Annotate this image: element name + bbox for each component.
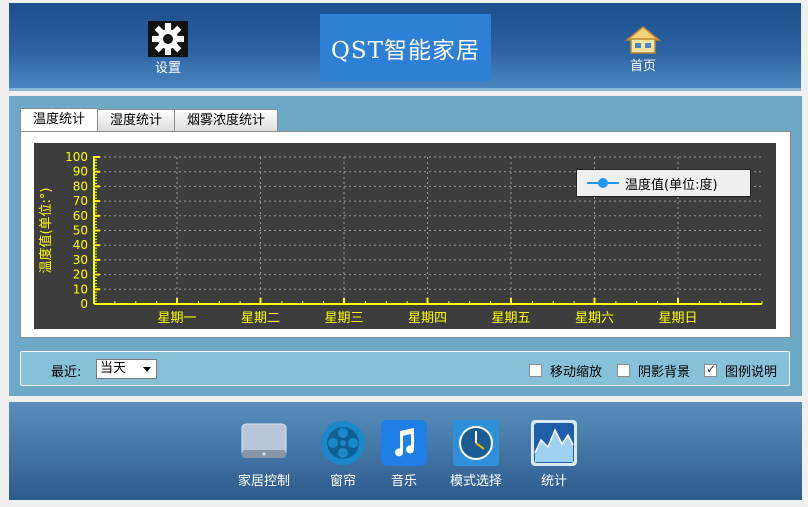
clock-icon [453,420,499,466]
monitor-icon [241,420,287,466]
x-tick-label: 星期三 [324,311,363,326]
film-reel-icon [320,420,366,466]
x-tick-label: 星期二 [241,311,280,326]
shadow-checkbox[interactable]: 阴影背景 [617,361,690,380]
settings-label: 设置 [154,61,181,76]
tab-bar: 温度统计 湿度统计 烟雾浓度统计 [20,108,279,131]
x-tick-label: 星期六 [575,311,614,326]
legend-checkbox[interactable]: 图例说明 [704,361,777,380]
dock-label: 模式选择 [450,474,503,489]
y-tick-label: 0 [80,297,88,311]
tab-temperature[interactable]: 温度统计 [20,108,99,131]
chart-icon [531,420,577,466]
chart-legend[interactable]: 温度值(单位:度) [576,169,751,197]
app-logo: QST智能家居 [320,14,491,81]
y-tick-label: 30 [73,253,88,267]
tab-smoke[interactable]: 烟雾浓度统计 [174,109,279,131]
shadow-checkbox-label: 阴影背景 [638,365,691,380]
chevron-down-icon [143,367,151,372]
legend-checkbox-label: 图例说明 [725,365,778,380]
y-tick-label: 50 [73,224,88,238]
house-icon [625,26,661,54]
zoom-checkbox[interactable]: 移动缩放 [529,361,602,380]
dock-curtain[interactable]: 窗帘 [320,420,366,489]
legend-swatch [587,177,619,189]
dock-statistics[interactable]: 统计 [531,420,577,489]
logo-text: QST智能家居 [331,37,480,64]
statistics-panel: 温度统计 湿度统计 烟雾浓度统计 0 10 20 30 40 50 60 70 80 90 100 星… [9,96,802,396]
chart-controls: 最近: 当天 移动缩放 阴影背景 图例说明 [20,351,790,386]
dock-music[interactable]: 音乐 [381,420,427,489]
dock-label: 音乐 [390,474,417,489]
x-tick-label: 星期五 [491,311,530,326]
header-bar: 设置 QST智能家居 首页 [9,3,801,91]
dock-label: 窗帘 [329,474,356,489]
range-label: 最近: [51,365,82,380]
dock-home-control[interactable]: 家居控制 [238,420,290,489]
x-tick-label: 星期四 [408,311,447,326]
gear-icon [148,21,188,57]
music-note-icon [381,420,427,466]
legend-label: 温度值(单位:度) [625,177,718,193]
zoom-checkbox-label: 移动缩放 [550,365,603,380]
range-value: 当天 [100,361,127,376]
home-button[interactable]: 首页 [617,25,669,74]
dock-mode-select[interactable]: 模式选择 [450,420,502,489]
tab-humidity[interactable]: 湿度统计 [97,109,176,131]
y-tick-label: 70 [73,194,88,208]
y-axis-title: 温度值(单位:°) [38,187,54,273]
y-tick-label: 90 [73,165,88,179]
settings-button[interactable]: 设置 [142,21,194,76]
tab-content: 0 10 20 30 40 50 60 70 80 90 100 星期一 星期二 星期三 星期四 星期五 星期六… [20,131,791,338]
legend-checkbox-box[interactable] [704,362,717,377]
y-tick-label: 100 [65,150,88,164]
y-tick-label: 20 [73,268,88,282]
x-tick-label: 星期一 [157,311,196,326]
dock-label: 家居控制 [238,474,291,489]
y-tick-label: 80 [73,179,88,193]
x-tick-label: 星期日 [658,311,697,326]
dock-label: 统计 [540,474,567,489]
range-select[interactable]: 当天 [96,359,157,379]
bottom-dock: 家居控制 窗帘 音乐 模式选择 统计 [9,402,802,500]
temperature-chart: 0 10 20 30 40 50 60 70 80 90 100 星期一 星期二 星期三 星期四 星期五 星期六… [34,143,776,329]
home-label: 首页 [629,59,656,74]
y-tick-label: 40 [73,238,88,252]
zoom-checkbox-box[interactable] [529,364,542,377]
shadow-checkbox-box[interactable] [617,364,630,377]
y-tick-label: 10 [73,282,88,296]
y-tick-label: 60 [73,209,88,223]
